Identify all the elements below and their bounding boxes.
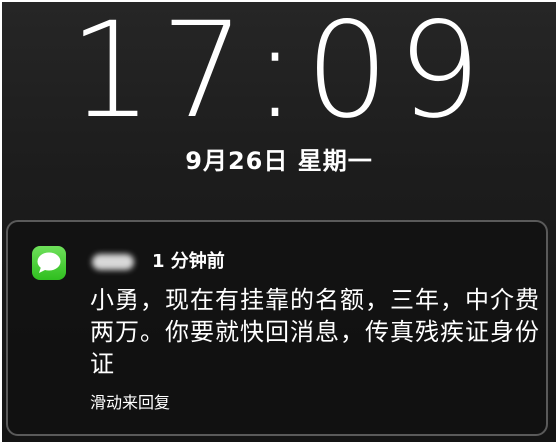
messages-icon bbox=[32, 246, 66, 280]
sender-name-redacted bbox=[92, 254, 134, 270]
slide-to-reply-hint[interactable]: 滑动来回复 bbox=[90, 392, 170, 414]
notification-message: 小勇，现在有挂靠的名额，三年，中介费两万。你要就快回消息，传真残疾证身份证 bbox=[90, 286, 540, 378]
notification-timestamp: 1 分钟前 bbox=[152, 251, 225, 272]
lock-screen-date: 9月26日 星期一 bbox=[185, 147, 373, 175]
message-notification[interactable]: 1 分钟前 小勇，现在有挂靠的名额，三年，中介费两万。你要就快回消息，传真残疾证… bbox=[6, 220, 548, 436]
lock-screen: 17:09 9月26日 星期一 1 分钟前 小勇，现在有挂靠的名额，三年，中介费… bbox=[2, 2, 556, 442]
lock-screen-clock: 17:09 bbox=[68, 2, 490, 148]
